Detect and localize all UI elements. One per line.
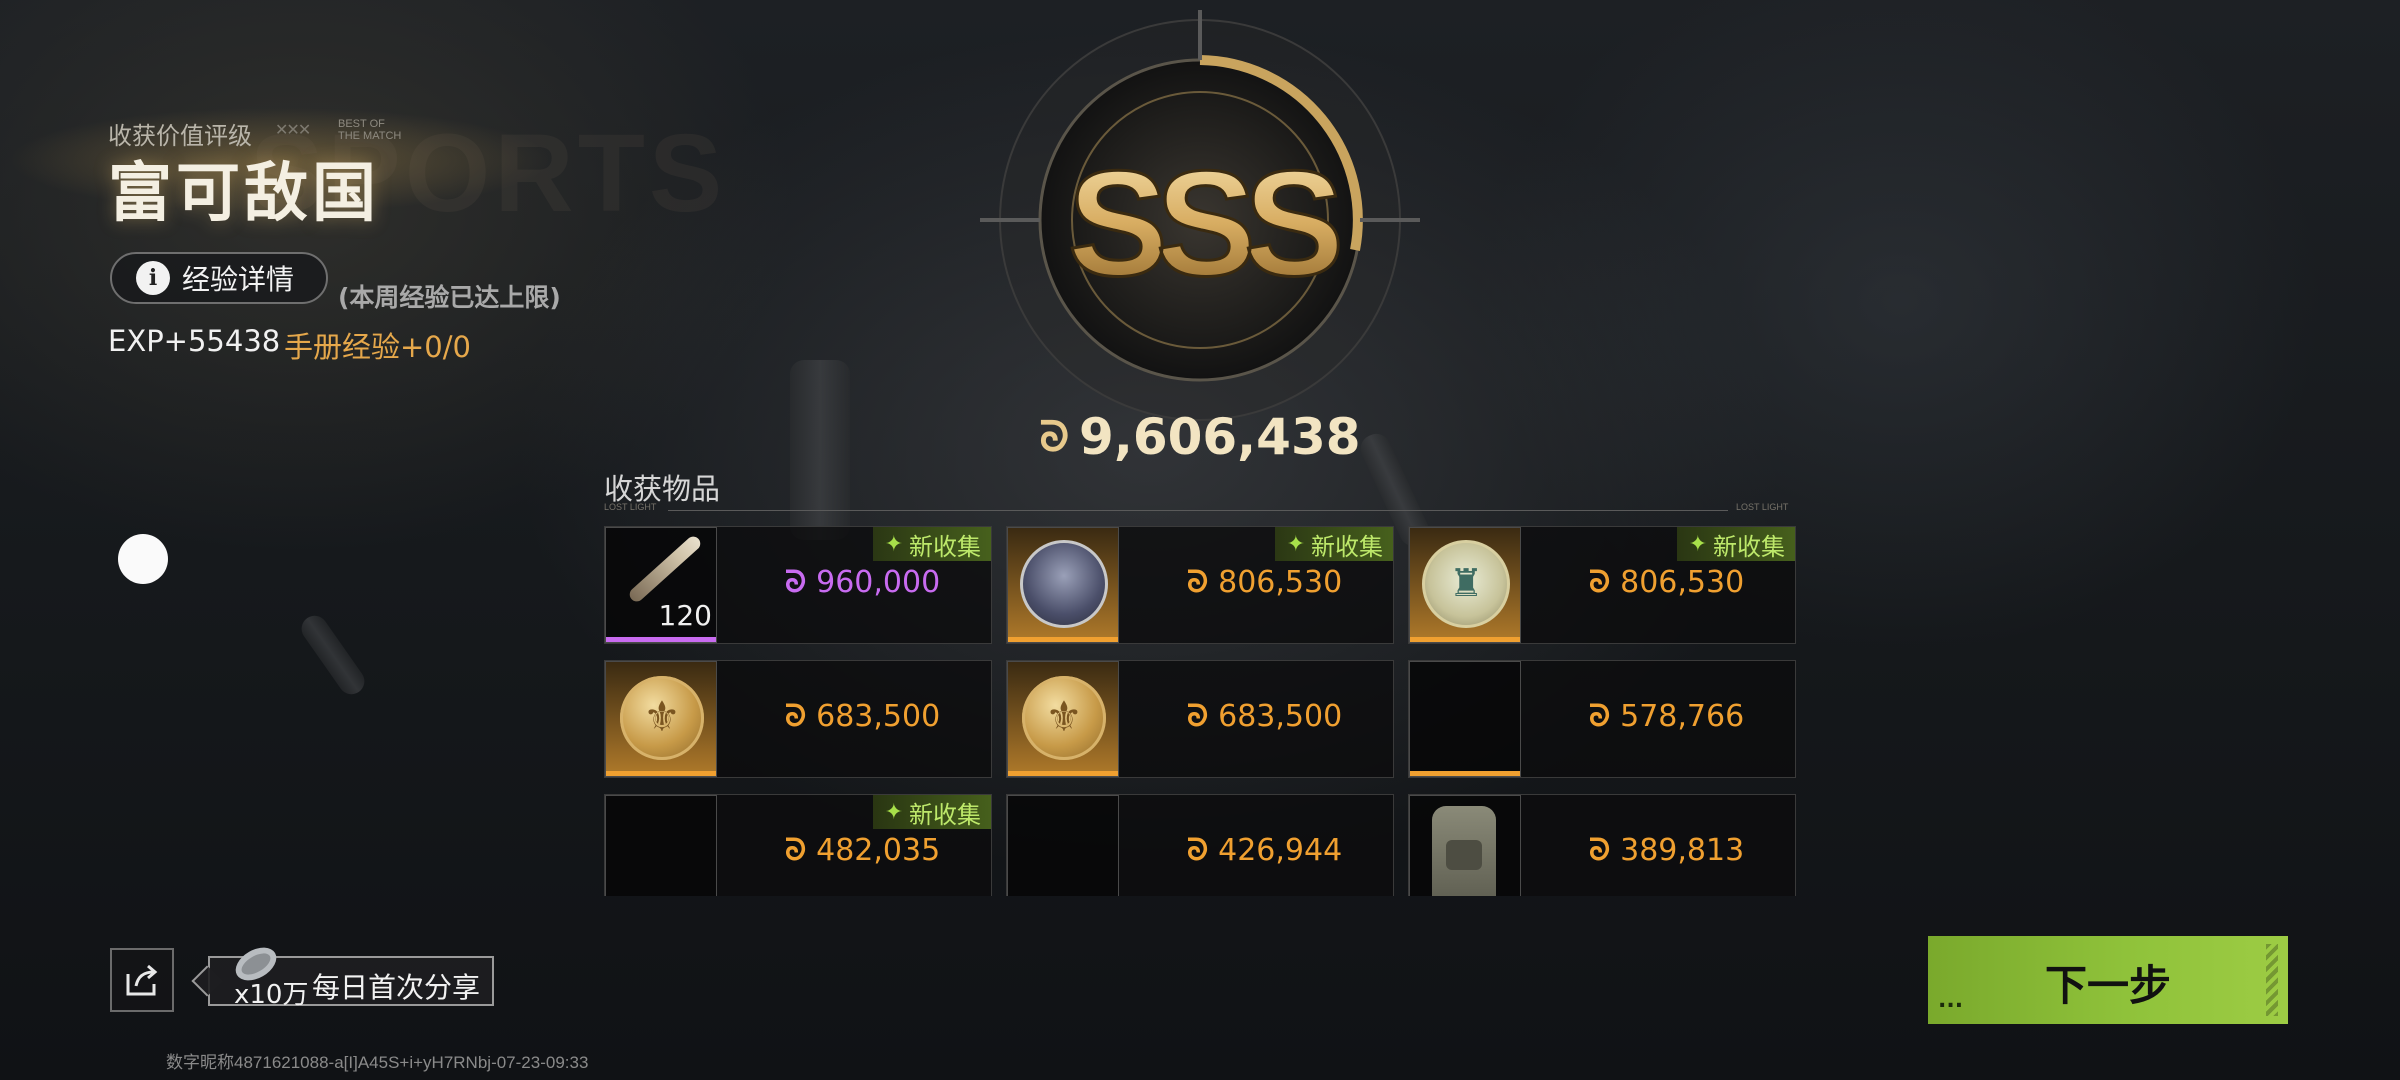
item-price-value: 806,530 (1620, 565, 1745, 600)
coin-icon: ᘐ (1187, 699, 1209, 734)
item-price-value: 683,500 (1218, 699, 1343, 734)
new-collection-badge: ✦ 新收集 (1676, 527, 1795, 561)
item-price-value: 482,035 (816, 833, 941, 868)
medal-icon (1422, 540, 1510, 628)
next-step-label: 下一步 (2044, 961, 2171, 1010)
sparkle-icon: ✦ (884, 799, 903, 825)
total-value-row: ᘐ 9,606,438 (1039, 408, 1360, 466)
share-icon (126, 964, 158, 996)
rarity-bar (1008, 637, 1118, 642)
player-id-watermark: 数字昵称4871621088-a[I]A45S+i+yH7RNbj-07-23-… (166, 1053, 589, 1072)
item-card[interactable]: ᘐ 683,500 (1006, 660, 1394, 778)
item-card[interactable]: ᘐ 578,766 (1408, 660, 1796, 778)
daily-share-label: 每日首次分享 (312, 971, 481, 1004)
item-card[interactable]: ᘐ 482,035 ✦ 新收集 (604, 794, 992, 896)
item-price-value: 806,530 (1218, 565, 1343, 600)
new-collection-badge: ✦ 新收集 (872, 527, 991, 561)
new-collection-label: 新收集 (909, 532, 981, 561)
next-step-button[interactable]: ... 下一步 (1928, 936, 2288, 1024)
item-price-value: 578,766 (1620, 699, 1745, 734)
coin-icon: ᘐ (1187, 565, 1209, 600)
item-price: ᘐ 806,530 (1589, 565, 1744, 600)
rarity-bar (606, 771, 716, 776)
items-subtitle-right: LOST LIGHT (1736, 502, 1789, 512)
item-price: ᘐ 683,500 (1187, 699, 1342, 734)
bullet-icon (626, 533, 704, 605)
item-price-value: 389,813 (1620, 833, 1745, 868)
coin-icon: ᘐ (1589, 565, 1611, 600)
exp-value: EXP+55438 (108, 324, 281, 358)
item-price-value: 426,944 (1218, 833, 1343, 868)
sparkle-icon: ✦ (884, 531, 903, 557)
item-card[interactable]: ᘐ 806,530 ✦新收集 (1006, 526, 1394, 644)
gold-coin-icon (620, 676, 704, 760)
item-thumbnail (1409, 661, 1521, 777)
exp-details-button[interactable]: i 经验详情 (110, 252, 328, 304)
grade-text: SSS (1068, 139, 1339, 307)
coin-icon: ᘐ (1039, 412, 1070, 461)
item-price-value: 683,500 (816, 699, 941, 734)
portrait-icon (1020, 540, 1108, 628)
item-thumbnail (1409, 527, 1521, 643)
exp-details-label: 经验详情 (182, 263, 295, 296)
item-price: ᘐ 389,813 (1589, 833, 1744, 868)
new-collection-badge: ✦ 新收集 (872, 795, 991, 829)
items-subtitle-left: LOST LIGHT (604, 502, 657, 512)
item-thumbnail (1007, 527, 1119, 643)
rarity-bar (1410, 637, 1520, 642)
item-thumbnail (1409, 795, 1521, 896)
item-card[interactable]: ᘐ 683,500 (604, 660, 992, 778)
new-collection-badge: ✦ 新收集 (1274, 527, 1393, 561)
best-of-match-tag: BEST OF THE MATCH (338, 118, 402, 142)
coin-icon: ᘐ (1187, 833, 1209, 868)
rating-title: 富可敌国 (108, 156, 380, 231)
sss-grade-emblem: SSS (980, 10, 1420, 421)
sparkle-icon: ✦ (1688, 531, 1707, 557)
handbook-exp: 手册经验+0/0 (284, 330, 471, 364)
item-thumbnail: 120 (605, 527, 717, 643)
background-bullet (790, 360, 850, 540)
item-thumbnail (1007, 661, 1119, 777)
item-thumbnail (605, 795, 717, 896)
new-collection-label: 新收集 (1311, 532, 1383, 561)
item-card[interactable]: ᘐ 806,530 ✦新收集 (1408, 526, 1796, 644)
background-bullet (296, 610, 370, 700)
floating-touch-button[interactable] (118, 534, 168, 584)
backpack-icon (1432, 806, 1496, 896)
item-price: ᘐ 482,035 (785, 833, 940, 868)
coin-icon: ᘐ (1589, 833, 1611, 868)
items-divider (668, 510, 1728, 511)
info-icon: i (136, 261, 170, 295)
rarity-bar (1008, 771, 1118, 776)
item-price: ᘐ 806,530 (1187, 565, 1342, 600)
share-button[interactable] (110, 948, 174, 1012)
items-grid[interactable]: 120ᘐ960,000✦新收集ᘐ806,530✦新收集ᘐ806,530✦新收集ᘐ… (604, 526, 1796, 896)
item-price-value: 960,000 (816, 565, 941, 600)
coin-icon: ᘐ (785, 833, 807, 868)
gold-coin-icon (1022, 676, 1106, 760)
item-thumbnail (1007, 795, 1119, 896)
total-value: 9,606,438 (1079, 408, 1361, 466)
item-card[interactable]: ᘐ 389,813 (1408, 794, 1796, 896)
rarity-bar (1410, 771, 1520, 776)
sparkle-icon: ✦ (1286, 531, 1305, 557)
coin-icon: ᘐ (1589, 699, 1611, 734)
item-price: ᘐ 578,766 (1589, 699, 1744, 734)
item-quantity: 120 (658, 599, 712, 632)
item-card[interactable]: 120 ᘐ 960,000 ✦ 新收集 (604, 526, 992, 644)
share-reward-quantity: x10万 (234, 980, 309, 1010)
rarity-bar (606, 637, 716, 642)
coin-icon: ᘐ (785, 565, 807, 600)
crossed-arrows-icon: ✕✕✕ (275, 120, 311, 139)
new-collection-label: 新收集 (909, 800, 981, 829)
new-collection-label: 新收集 (1713, 532, 1785, 561)
item-card[interactable]: ᘐ 426,944 (1006, 794, 1394, 896)
coin-icon: ᘐ (785, 699, 807, 734)
exp-limit-note: (本周经验已达上限) (338, 283, 561, 312)
item-price: ᘐ 683,500 (785, 699, 940, 734)
item-thumbnail (605, 661, 717, 777)
item-price: ᘐ 426,944 (1187, 833, 1342, 868)
item-price: ᘐ 960,000 (785, 565, 940, 600)
